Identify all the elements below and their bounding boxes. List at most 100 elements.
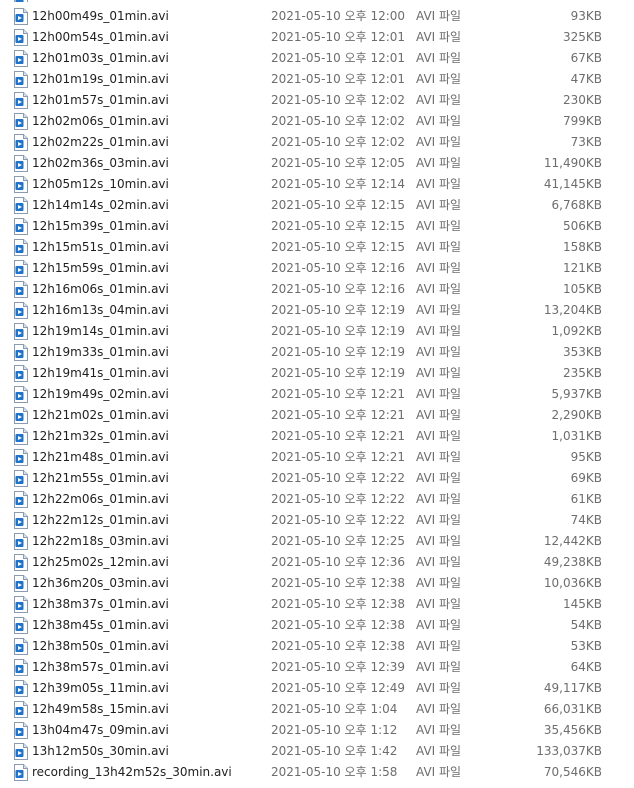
file-size: 12,442KB xyxy=(543,534,602,548)
file-name: 12h00m49s_01min.avi xyxy=(32,9,169,23)
file-name: 12h15m39s_01min.avi xyxy=(32,219,169,233)
file-row[interactable]: 12h49m58s_15min.avi 2021-05-10 오후 1:04 A… xyxy=(0,699,634,720)
file-row[interactable]: 12h21m48s_01min.avi 2021-05-10 오후 12:21 … xyxy=(0,447,634,468)
file-row[interactable]: 12h22m06s_01min.avi 2021-05-10 오후 12:22 … xyxy=(0,489,634,510)
file-type: AVI 파일 xyxy=(416,156,462,170)
file-row[interactable]: 12h15m59s_01min.avi 2021-05-10 오후 12:16 … xyxy=(0,258,634,279)
file-row[interactable]: 12h02m36s_03min.avi 2021-05-10 오후 12:05 … xyxy=(0,153,634,174)
file-row[interactable]: 12h21m55s_01min.avi 2021-05-10 오후 12:22 … xyxy=(0,468,634,489)
file-row[interactable]: 12h02m06s_01min.avi 2021-05-10 오후 12:02 … xyxy=(0,111,634,132)
file-name: 12h01m03s_01min.avi xyxy=(32,51,169,65)
file-size: 11,490KB xyxy=(543,156,602,170)
file-name: 12h38m57s_01min.avi xyxy=(32,660,169,674)
file-name: 12h38m45s_01min.avi xyxy=(32,618,169,632)
file-name: 12h19m14s_01min.avi xyxy=(32,324,169,338)
partial-row-icon xyxy=(14,0,30,2)
file-name: 12h02m36s_03min.avi xyxy=(32,156,169,170)
file-row[interactable]: 12h21m02s_01min.avi 2021-05-10 오후 12:21 … xyxy=(0,405,634,426)
video-file-icon xyxy=(14,8,28,25)
file-size: 73KB xyxy=(570,135,602,149)
file-type: AVI 파일 xyxy=(416,408,462,422)
video-file-icon xyxy=(14,386,28,403)
file-row[interactable]: 12h01m03s_01min.avi 2021-05-10 오후 12:01 … xyxy=(0,48,634,69)
file-row[interactable]: 12h15m39s_01min.avi 2021-05-10 오후 12:15 … xyxy=(0,216,634,237)
file-row[interactable]: 12h01m19s_01min.avi 2021-05-10 오후 12:01 … xyxy=(0,69,634,90)
file-name: 12h22m12s_01min.avi xyxy=(32,513,169,527)
video-file-icon xyxy=(14,764,28,781)
file-name: 12h00m54s_01min.avi xyxy=(32,30,169,44)
file-row[interactable]: 12h00m54s_01min.avi 2021-05-10 오후 12:01 … xyxy=(0,27,634,48)
file-row[interactable]: 12h38m57s_01min.avi 2021-05-10 오후 12:39 … xyxy=(0,657,634,678)
video-file-icon xyxy=(14,260,28,277)
video-file-icon xyxy=(14,470,28,487)
file-row[interactable]: 12h01m57s_01min.avi 2021-05-10 오후 12:02 … xyxy=(0,90,634,111)
file-type: AVI 파일 xyxy=(416,282,462,296)
file-row[interactable]: 12h05m12s_10min.avi 2021-05-10 오후 12:14 … xyxy=(0,174,634,195)
file-size: 70,546KB xyxy=(543,765,602,779)
file-row[interactable]: 12h39m05s_11min.avi 2021-05-10 오후 12:49 … xyxy=(0,678,634,699)
file-type: AVI 파일 xyxy=(416,555,462,569)
file-type: AVI 파일 xyxy=(416,387,462,401)
file-type: AVI 파일 xyxy=(416,597,462,611)
file-type: AVI 파일 xyxy=(416,114,462,128)
file-modified-date: 2021-05-10 오후 12:14 xyxy=(271,177,406,191)
file-row[interactable]: 12h19m14s_01min.avi 2021-05-10 오후 12:19 … xyxy=(0,321,634,342)
file-size: 53KB xyxy=(570,639,602,653)
file-row[interactable]: 12h16m13s_04min.avi 2021-05-10 오후 12:19 … xyxy=(0,300,634,321)
file-row[interactable]: 13h12m50s_30min.avi 2021-05-10 오후 1:42 A… xyxy=(0,741,634,762)
video-file-icon xyxy=(14,659,28,676)
file-type: AVI 파일 xyxy=(416,744,462,758)
file-row[interactable]: 12h38m50s_01min.avi 2021-05-10 오후 12:38 … xyxy=(0,636,634,657)
file-size: 67KB xyxy=(570,51,602,65)
file-type: AVI 파일 xyxy=(416,723,462,737)
file-row[interactable]: 12h19m41s_01min.avi 2021-05-10 오후 12:19 … xyxy=(0,363,634,384)
file-type: AVI 파일 xyxy=(416,576,462,590)
file-row[interactable]: 12h19m49s_02min.avi 2021-05-10 오후 12:21 … xyxy=(0,384,634,405)
file-type: AVI 파일 xyxy=(416,303,462,317)
video-file-icon xyxy=(14,680,28,697)
file-type: AVI 파일 xyxy=(416,429,462,443)
file-row[interactable]: 12h14m14s_02min.avi 2021-05-10 오후 12:15 … xyxy=(0,195,634,216)
file-name: 13h12m50s_30min.avi xyxy=(32,744,169,758)
file-row[interactable]: 12h15m51s_01min.avi 2021-05-10 오후 12:15 … xyxy=(0,237,634,258)
file-modified-date: 2021-05-10 오후 12:19 xyxy=(271,345,406,359)
file-row[interactable]: 12h16m06s_01min.avi 2021-05-10 오후 12:16 … xyxy=(0,279,634,300)
file-row[interactable]: 12h38m45s_01min.avi 2021-05-10 오후 12:38 … xyxy=(0,615,634,636)
file-type: AVI 파일 xyxy=(416,30,462,44)
file-modified-date: 2021-05-10 오후 12:02 xyxy=(271,135,406,149)
video-file-icon xyxy=(14,743,28,760)
file-row[interactable]: 12h19m33s_01min.avi 2021-05-10 오후 12:19 … xyxy=(0,342,634,363)
video-file-icon xyxy=(14,71,28,88)
file-size: 61KB xyxy=(570,492,602,506)
file-row[interactable]: 12h02m22s_01min.avi 2021-05-10 오후 12:02 … xyxy=(0,132,634,153)
file-size: 325KB xyxy=(562,30,602,44)
file-row[interactable]: recording_13h42m52s_30min.avi 2021-05-10… xyxy=(0,762,634,783)
file-size: 158KB xyxy=(562,240,602,254)
file-row[interactable]: 12h21m32s_01min.avi 2021-05-10 오후 12:21 … xyxy=(0,426,634,447)
file-name: 12h21m32s_01min.avi xyxy=(32,429,169,443)
file-modified-date: 2021-05-10 오후 1:42 xyxy=(271,744,398,758)
file-row[interactable]: 12h36m20s_03min.avi 2021-05-10 오후 12:38 … xyxy=(0,573,634,594)
file-modified-date: 2021-05-10 오후 12:39 xyxy=(271,660,406,674)
file-size: 35,456KB xyxy=(543,723,602,737)
file-type: AVI 파일 xyxy=(416,51,462,65)
file-modified-date: 2021-05-10 오후 12:49 xyxy=(271,681,406,695)
file-size: 41,145KB xyxy=(543,177,602,191)
file-modified-date: 2021-05-10 오후 12:15 xyxy=(271,240,406,254)
video-file-icon xyxy=(14,512,28,529)
video-file-icon xyxy=(14,134,28,151)
video-file-icon xyxy=(14,407,28,424)
file-row[interactable]: 12h00m49s_01min.avi 2021-05-10 오후 12:00 … xyxy=(0,6,634,27)
file-name: 12h01m57s_01min.avi xyxy=(32,93,169,107)
file-type: AVI 파일 xyxy=(416,765,462,779)
file-name: 12h14m14s_02min.avi xyxy=(32,198,169,212)
file-type: AVI 파일 xyxy=(416,618,462,632)
file-modified-date: 2021-05-10 오후 12:38 xyxy=(271,639,406,653)
video-file-icon xyxy=(14,365,28,382)
file-row[interactable]: 12h22m12s_01min.avi 2021-05-10 오후 12:22 … xyxy=(0,510,634,531)
file-row[interactable]: 13h04m47s_09min.avi 2021-05-10 오후 1:12 A… xyxy=(0,720,634,741)
file-row[interactable]: 12h38m37s_01min.avi 2021-05-10 오후 12:38 … xyxy=(0,594,634,615)
file-row[interactable]: 12h25m02s_12min.avi 2021-05-10 오후 12:36 … xyxy=(0,552,634,573)
file-row[interactable]: 12h22m18s_03min.avi 2021-05-10 오후 12:25 … xyxy=(0,531,634,552)
file-type: AVI 파일 xyxy=(416,450,462,464)
